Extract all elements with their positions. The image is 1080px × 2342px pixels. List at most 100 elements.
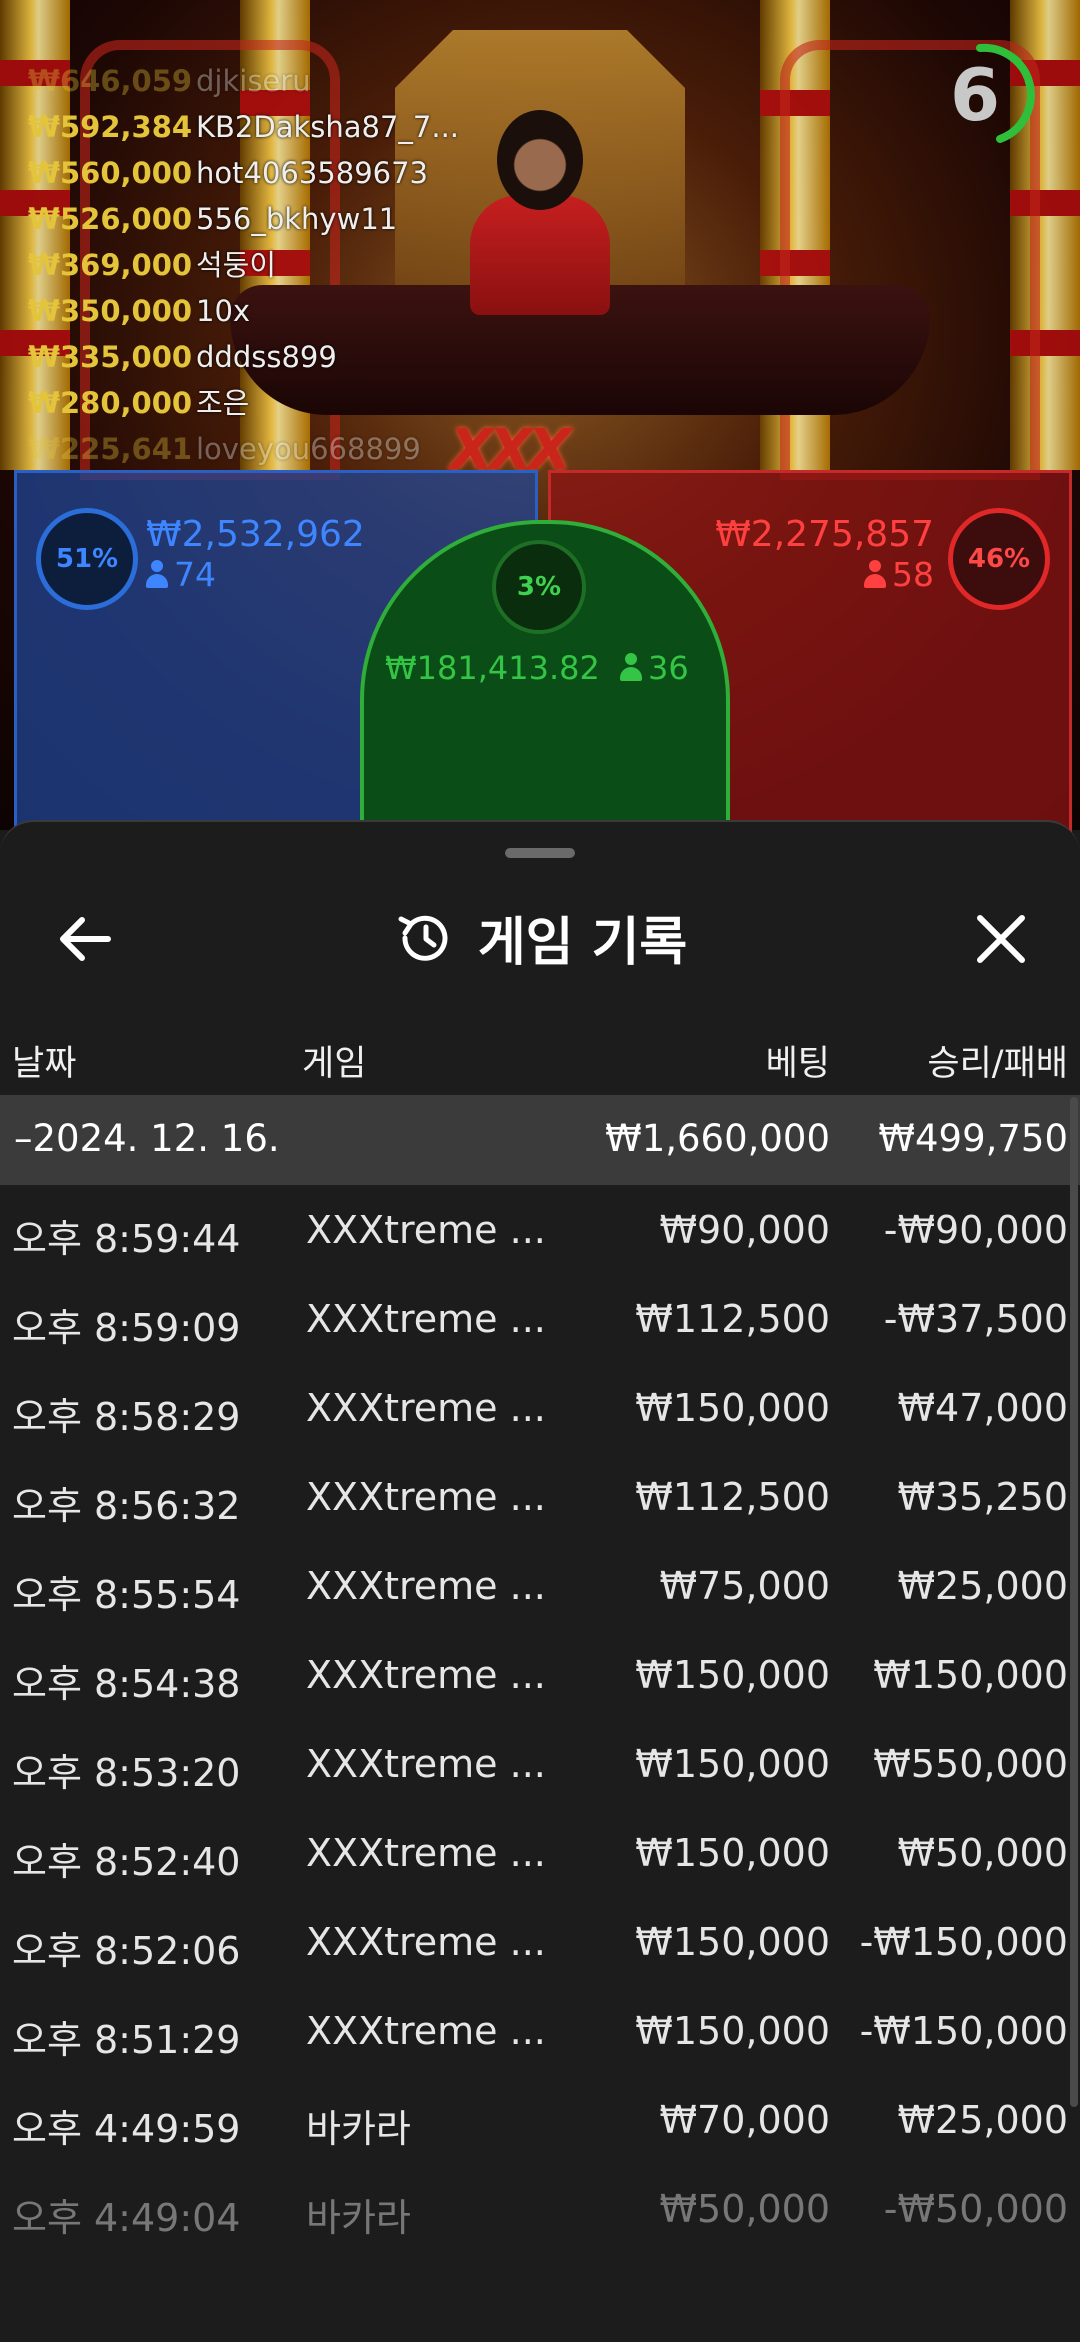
history-row[interactable]: 오후 8:58:29 XXXtreme ... ₩150,000 ₩47,000 xyxy=(0,1368,1080,1457)
history-icon xyxy=(398,915,448,961)
person-icon xyxy=(146,560,168,588)
row-game: XXXtreme ... xyxy=(306,2009,546,2053)
banker-count-value: 58 xyxy=(892,555,934,594)
history-row[interactable]: 오후 4:49:59 바카라 ₩70,000 ₩25,000 xyxy=(0,2080,1080,2169)
row-game: XXXtreme ... xyxy=(306,1208,546,1252)
banker-count: 58 xyxy=(715,555,934,595)
group-bet-total: ₩1,660,000 xyxy=(605,1117,830,1160)
row-time: 오후 8:52:06 xyxy=(12,1929,241,1973)
dealer-head xyxy=(497,110,583,210)
row-game: XXXtreme ... xyxy=(306,1831,546,1875)
row-game: XXXtreme ... xyxy=(306,1920,546,1964)
leader-amount: ₩280,000 xyxy=(28,386,193,420)
history-row[interactable]: 오후 8:51:29 XXXtreme ... ₩150,000 -₩150,000 xyxy=(0,1991,1080,2080)
group-date: –2024. 12. 16. xyxy=(14,1117,280,1160)
row-game: XXXtreme ... xyxy=(306,1386,546,1430)
scrollbar[interactable] xyxy=(1070,1097,1078,2107)
tie-amount: ₩181,413.82 xyxy=(385,649,600,687)
table-header: 날짜 게임 베팅 승리/패배 xyxy=(0,1017,1080,1097)
leaderboard-row: ₩280,000 조은 xyxy=(28,380,459,426)
history-row[interactable]: 오후 8:52:40 XXXtreme ... ₩150,000 ₩50,000 xyxy=(0,1813,1080,1902)
row-bet: ₩75,000 xyxy=(659,1564,830,1608)
leaderboard-row: ₩560,000 hot4063589673 xyxy=(28,150,459,196)
row-bet: ₩150,000 xyxy=(635,1920,830,1964)
sheet-title: 게임 기록 xyxy=(477,913,688,973)
sheet-header: 게임 기록 xyxy=(0,882,1080,992)
leader-name: 10x xyxy=(196,294,251,328)
row-win-loss: -₩37,500 xyxy=(883,1297,1068,1341)
row-win-loss: ₩550,000 xyxy=(873,1742,1068,1786)
history-row[interactable]: 오후 8:59:09 XXXtreme ... ₩112,500 -₩37,500 xyxy=(0,1279,1080,1368)
row-bet: ₩112,500 xyxy=(635,1297,830,1341)
leaderboard-row: ₩350,000 10x xyxy=(28,288,459,334)
row-game: 바카라 xyxy=(306,2107,411,2151)
leader-name: djkiseru xyxy=(196,64,311,98)
date-group-row[interactable]: –2024. 12. 16. ₩1,660,000 ₩499,750 xyxy=(0,1095,1080,1185)
row-time: 오후 8:58:29 xyxy=(12,1395,241,1439)
row-game: XXXtreme ... xyxy=(306,1475,546,1519)
banker-bet-total: ₩2,275,857 58 xyxy=(715,515,934,595)
row-time: 오후 8:52:40 xyxy=(12,1840,241,1884)
row-bet: ₩50,000 xyxy=(659,2187,830,2231)
player-percent: 51% xyxy=(36,508,138,610)
row-win-loss: -₩90,000 xyxy=(883,1208,1068,1252)
row-time: 오후 8:55:54 xyxy=(12,1573,241,1617)
history-row[interactable]: 오후 8:55:54 XXXtreme ... ₩75,000 ₩25,000 xyxy=(0,1546,1080,1635)
sheet-title-wrap: 게임 기록 xyxy=(0,900,1080,975)
leader-name: hot4063589673 xyxy=(196,156,428,190)
row-win-loss: ₩25,000 xyxy=(897,2098,1068,2142)
row-game: XXXtreme ... xyxy=(306,1742,546,1786)
row-game: XXXtreme ... xyxy=(306,1297,546,1341)
player-count-value: 74 xyxy=(174,555,216,594)
row-win-loss: ₩150,000 xyxy=(873,1653,1068,1697)
row-game: XXXtreme ... xyxy=(306,1564,546,1608)
history-row[interactable]: 오후 8:53:20 XXXtreme ... ₩150,000 ₩550,000 xyxy=(0,1724,1080,1813)
history-row[interactable]: 오후 8:52:06 XXXtreme ... ₩150,000 -₩150,000 xyxy=(0,1902,1080,1991)
row-bet: ₩150,000 xyxy=(635,2009,830,2053)
history-list: 오후 8:59:44 XXXtreme ... ₩90,000 -₩90,000 오후 … xyxy=(0,1190,1080,2258)
column-date: 날짜 xyxy=(12,1044,77,1084)
row-win-loss: ₩25,000 xyxy=(897,1564,1068,1608)
row-bet: ₩150,000 xyxy=(635,1653,830,1697)
leader-name: dddss899 xyxy=(196,340,337,374)
tie-count-value: 36 xyxy=(648,649,689,687)
leader-amount: ₩592,384 xyxy=(28,110,193,144)
leaderboard-row: ₩526,000 556_bkhyw11 xyxy=(28,196,459,242)
leader-amount: ₩335,000 xyxy=(28,340,193,374)
row-bet: ₩150,000 xyxy=(635,1742,830,1786)
leader-name: KB2Daksha87_7... xyxy=(196,110,460,144)
row-win-loss: ₩50,000 xyxy=(897,1831,1068,1875)
leaderboard-row: ₩335,000 dddss899 xyxy=(28,334,459,380)
player-amount: ₩2,532,962 xyxy=(146,514,365,555)
person-icon xyxy=(864,560,886,588)
banker-percent: 46% xyxy=(948,508,1050,610)
history-row[interactable]: 오후 8:59:44 XXXtreme ... ₩90,000 -₩90,000 xyxy=(0,1190,1080,1279)
leader-amount: ₩646,059 xyxy=(28,64,193,98)
row-bet: ₩150,000 xyxy=(635,1831,830,1875)
column-win-loss: 승리/패배 xyxy=(927,1044,1068,1084)
row-time: 오후 4:49:04 xyxy=(12,2196,241,2240)
tie-percent: 3% xyxy=(492,540,586,634)
leader-name: 조은 xyxy=(196,386,250,420)
leaderboard-row: ₩592,384 KB2Daksha87_7... xyxy=(28,104,459,150)
close-button[interactable] xyxy=(966,904,1036,974)
row-win-loss: -₩150,000 xyxy=(859,2009,1068,2053)
drag-handle[interactable] xyxy=(505,848,575,858)
leader-amount: ₩225,641 xyxy=(28,432,193,466)
leader-amount: ₩526,000 xyxy=(28,202,193,236)
player-count: 74 xyxy=(146,555,365,595)
row-time: 오후 8:53:20 xyxy=(12,1751,241,1795)
player-bet-total: ₩2,532,962 74 xyxy=(146,515,365,595)
history-row[interactable]: 오후 8:56:32 XXXtreme ... ₩112,500 ₩35,250 xyxy=(0,1457,1080,1546)
row-bet: ₩90,000 xyxy=(659,1208,830,1252)
history-row[interactable]: 오후 8:54:38 XXXtreme ... ₩150,000 ₩150,000 xyxy=(0,1635,1080,1724)
row-time: 오후 8:59:09 xyxy=(12,1306,241,1350)
row-bet: ₩150,000 xyxy=(635,1386,830,1430)
row-time: 오후 4:49:59 xyxy=(12,2107,241,2151)
row-win-loss: -₩50,000 xyxy=(883,2187,1068,2231)
row-time: 오후 8:54:38 xyxy=(12,1662,241,1706)
history-row[interactable]: 오후 4:49:04 바카라 ₩50,000 -₩50,000 xyxy=(0,2169,1080,2258)
round-timer: 6 xyxy=(925,40,1035,150)
leader-name: loveyou668899 xyxy=(196,432,421,466)
row-time: 오후 8:59:44 xyxy=(12,1217,241,1261)
